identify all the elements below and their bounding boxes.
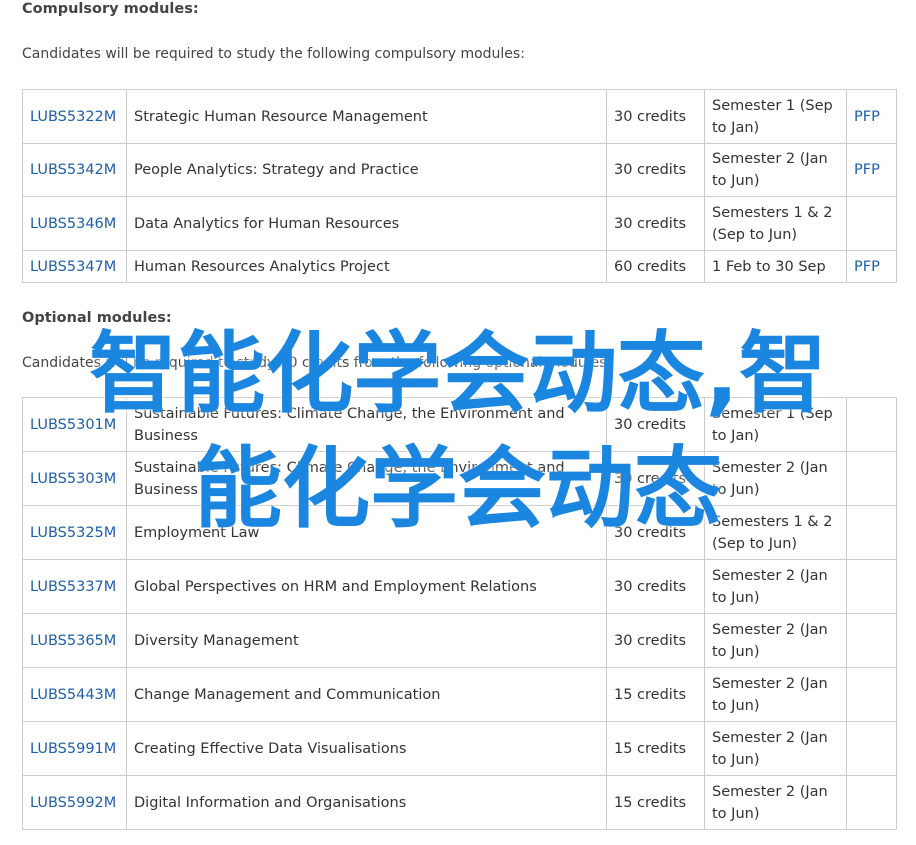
table-row: LUBS5337M Global Perspectives on HRM and… bbox=[22, 559, 897, 614]
module-title: Employment Law bbox=[126, 505, 607, 560]
table-row: LUBS5347M Human Resources Analytics Proj… bbox=[22, 250, 897, 283]
module-credits: 30 credits bbox=[606, 559, 705, 614]
module-title: Human Resources Analytics Project bbox=[126, 250, 607, 283]
module-credits: 15 credits bbox=[606, 721, 705, 776]
module-title: Digital Information and Organisations bbox=[126, 775, 607, 830]
module-title: People Analytics: Strategy and Practice bbox=[126, 143, 607, 197]
compulsory-modules-table: LUBS5322M Strategic Human Resource Manag… bbox=[22, 89, 897, 283]
module-semester: Semesters 1 & 2 (Sep to Jun) bbox=[704, 196, 847, 251]
module-title: Global Perspectives on HRM and Employmen… bbox=[126, 559, 607, 614]
module-credits: 15 credits bbox=[606, 775, 705, 830]
module-code-link[interactable]: LUBS5347M bbox=[30, 259, 116, 275]
pfp-cell bbox=[846, 451, 897, 506]
compulsory-intro: Candidates will be required to study the… bbox=[22, 46, 525, 62]
module-credits: 30 credits bbox=[606, 613, 705, 668]
module-semester: Semester 2 (Jan to Jun) bbox=[704, 451, 847, 506]
module-semester: 1 Feb to 30 Sep bbox=[704, 250, 847, 283]
optional-heading: Optional modules: bbox=[22, 310, 172, 326]
module-semester: Semester 2 (Jan to Jun) bbox=[704, 613, 847, 668]
table-row: LUBS5325M Employment Law 30 credits Seme… bbox=[22, 505, 897, 560]
module-semester: Semesters 1 & 2 (Sep to Jun) bbox=[704, 505, 847, 560]
module-semester: Semester 2 (Jan to Jun) bbox=[704, 775, 847, 830]
pfp-cell bbox=[846, 397, 897, 452]
module-credits: 15 credits bbox=[606, 667, 705, 722]
module-code-link[interactable]: LUBS5346M bbox=[30, 216, 116, 232]
pfp-cell bbox=[846, 505, 897, 560]
module-semester: Semester 2 (Jan to Jun) bbox=[704, 559, 847, 614]
module-code-link[interactable]: LUBS5301M bbox=[30, 417, 116, 433]
pfp-cell bbox=[846, 613, 897, 668]
pfp-cell bbox=[846, 721, 897, 776]
optional-intro: Candidates will be required to study 30 … bbox=[22, 355, 612, 371]
compulsory-heading: Compulsory modules: bbox=[22, 1, 199, 17]
module-title: Sustainable Futures: Climate Change, the… bbox=[126, 451, 607, 506]
module-code-link[interactable]: LUBS5303M bbox=[30, 471, 116, 487]
module-semester: Semester 2 (Jan to Jun) bbox=[704, 143, 847, 197]
table-row: LUBS5346M Data Analytics for Human Resou… bbox=[22, 196, 897, 251]
pfp-cell bbox=[846, 775, 897, 830]
module-code-link[interactable]: LUBS5991M bbox=[30, 741, 116, 757]
pfp-cell bbox=[846, 667, 897, 722]
module-semester: Semester 1 (Sep to Jan) bbox=[704, 89, 847, 144]
module-credits: 60 credits bbox=[606, 250, 705, 283]
module-title: Data Analytics for Human Resources bbox=[126, 196, 607, 251]
module-code-link[interactable]: LUBS5322M bbox=[30, 109, 116, 125]
module-semester: Semester 2 (Jan to Jun) bbox=[704, 721, 847, 776]
table-row: LUBS5342M People Analytics: Strategy and… bbox=[22, 143, 897, 197]
module-code-link[interactable]: LUBS5337M bbox=[30, 579, 116, 595]
module-code-link[interactable]: LUBS5342M bbox=[30, 162, 116, 178]
module-title: Diversity Management bbox=[126, 613, 607, 668]
module-semester: Semester 2 (Jan to Jun) bbox=[704, 667, 847, 722]
module-code-link[interactable]: LUBS5443M bbox=[30, 687, 116, 703]
table-row: LUBS5992M Digital Information and Organi… bbox=[22, 775, 897, 830]
module-credits: 30 credits bbox=[606, 143, 705, 197]
module-code-link[interactable]: LUBS5992M bbox=[30, 795, 116, 811]
module-title: Sustainable Futures: Climate Change, the… bbox=[126, 397, 607, 452]
module-credits: 30 credits bbox=[606, 505, 705, 560]
optional-modules-table: LUBS5301M Sustainable Futures: Climate C… bbox=[22, 397, 897, 830]
pfp-link[interactable]: PFP bbox=[854, 259, 880, 275]
module-code-link[interactable]: LUBS5325M bbox=[30, 525, 116, 541]
pfp-link[interactable]: PFP bbox=[854, 109, 880, 125]
module-title: Change Management and Communication bbox=[126, 667, 607, 722]
module-credits: 30 credits bbox=[606, 196, 705, 251]
module-credits: 30 credits bbox=[606, 451, 705, 506]
table-row: LUBS5991M Creating Effective Data Visual… bbox=[22, 721, 897, 776]
module-credits: 30 credits bbox=[606, 89, 705, 144]
module-credits: 30 credits bbox=[606, 397, 705, 452]
table-row: LUBS5303M Sustainable Futures: Climate C… bbox=[22, 451, 897, 506]
module-title: Strategic Human Resource Management bbox=[126, 89, 607, 144]
table-row: LUBS5443M Change Management and Communic… bbox=[22, 667, 897, 722]
table-row: LUBS5322M Strategic Human Resource Manag… bbox=[22, 89, 897, 144]
table-row: LUBS5365M Diversity Management 30 credit… bbox=[22, 613, 897, 668]
module-semester: Semester 1 (Sep to Jan) bbox=[704, 397, 847, 452]
pfp-link[interactable]: PFP bbox=[854, 162, 880, 178]
pfp-cell bbox=[846, 559, 897, 614]
table-row: LUBS5301M Sustainable Futures: Climate C… bbox=[22, 397, 897, 452]
module-code-link[interactable]: LUBS5365M bbox=[30, 633, 116, 649]
module-title: Creating Effective Data Visualisations bbox=[126, 721, 607, 776]
